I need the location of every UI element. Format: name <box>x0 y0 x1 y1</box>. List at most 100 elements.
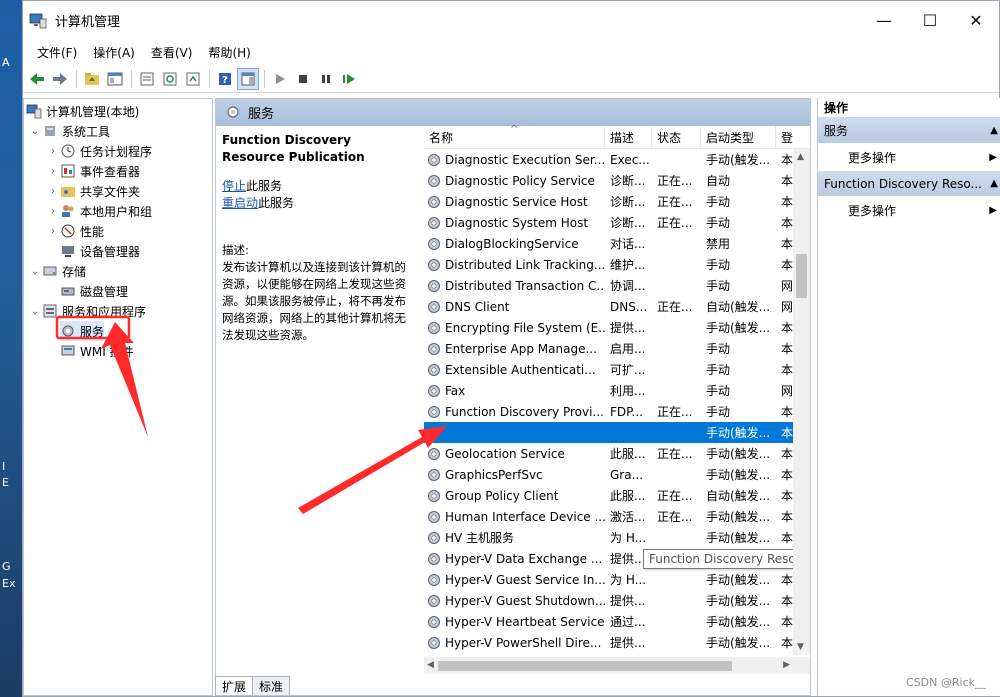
close-button[interactable]: ✕ <box>953 1 999 40</box>
action-pane-icon <box>241 72 255 85</box>
actions-section-selected-service[interactable]: Function Discovery Reso... ▲ <box>818 171 1000 196</box>
pause-service-button[interactable] <box>315 68 337 90</box>
gear-icon <box>428 153 440 166</box>
service-row[interactable]: Diagnostic System Host 诊断... 正在... 手动本 <box>424 212 810 233</box>
tree-item-task-scheduler[interactable]: › 任务计划程序 <box>46 141 152 161</box>
expand-chevron-icon[interactable]: › <box>46 186 60 197</box>
collapse-chevron-icon[interactable]: ⌄ <box>28 126 42 137</box>
service-row[interactable]: Human Interface Device ... 激活... 正在... 手动(触… <box>424 506 810 527</box>
service-row[interactable]: Hyper-V Guest Service In... 为 H... 手动(触发..… <box>424 569 810 590</box>
service-row[interactable]: Diagnostic Execution Ser... Exec... 手动(触发.… <box>424 149 810 170</box>
expand-chevron-icon[interactable]: › <box>46 226 60 237</box>
horizontal-scrollbar[interactable]: ◀ ▶ <box>424 657 810 674</box>
tree-item-disk-management[interactable]: 磁盘管理 <box>60 281 128 301</box>
scroll-right-icon[interactable]: ▶ <box>783 660 790 670</box>
tree-item-shared-folders[interactable]: › 共享文件夹 <box>46 181 140 201</box>
properties-button[interactable] <box>136 68 158 90</box>
up-folder-button[interactable] <box>81 68 103 90</box>
title-bar[interactable]: 计算机管理 — ☐ ✕ <box>23 1 999 40</box>
collapse-chevron-icon[interactable]: ⌄ <box>28 306 42 317</box>
service-startup-type: 手动(触发... <box>706 153 771 167</box>
more-actions-item[interactable]: 更多操作 ▶ <box>818 143 1000 171</box>
refresh-button[interactable] <box>159 68 181 90</box>
stop-service-button[interactable] <box>292 68 314 90</box>
service-description-cell: 维护... <box>610 258 646 272</box>
service-row[interactable]: Extensible Authenticati... 可扩... 手动本 <box>424 359 810 380</box>
service-name: Diagnostic Policy Service <box>424 173 605 189</box>
collapse-chevron-icon[interactable]: ⌄ <box>28 266 42 277</box>
collapse-caret-icon[interactable]: ▲ <box>990 125 998 136</box>
expand-chevron-icon[interactable]: › <box>46 146 60 157</box>
service-row[interactable]: Distributed Transaction C... 协调... 手动网 <box>424 275 810 296</box>
scroll-left-icon[interactable]: ◀ <box>427 660 434 670</box>
menu-file[interactable]: 文件(F) <box>29 42 85 63</box>
tree-item-system-tools[interactable]: ⌄ 系统工具 <box>28 121 110 141</box>
restart-service-button[interactable] <box>338 68 360 90</box>
tree-label: 设备管理器 <box>80 244 141 259</box>
service-row[interactable]: Enterprise App Manage... 启用... 手动本 <box>424 338 810 359</box>
service-name-text: Hyper-V PowerShell Dire... <box>445 635 602 650</box>
tree-item-local-users[interactable]: › 本地用户和组 <box>46 201 152 221</box>
service-name-text: Function Discovery Provi... <box>445 404 604 419</box>
actions-section-services[interactable]: 服务 ▲ <box>818 118 1000 143</box>
service-row[interactable]: Hyper-V PowerShell Dire... 提供... 手动(触发... 本 <box>424 632 810 653</box>
service-row[interactable]: DialogBlockingService 对话... 禁用本 <box>424 233 810 254</box>
collapse-caret-icon[interactable]: ▲ <box>990 178 998 189</box>
start-service-button[interactable] <box>269 68 291 90</box>
show-hide-tree-button[interactable] <box>104 68 126 90</box>
service-status: 正在... <box>657 489 693 503</box>
service-row[interactable]: Geolocation Service 此服... 正在... 手动(触发... 本 <box>424 443 810 464</box>
scroll-down-icon[interactable]: ▼ <box>797 642 804 652</box>
tree-item-device-manager[interactable]: 设备管理器 <box>60 241 140 261</box>
column-header-logon[interactable]: 登 <box>776 126 798 149</box>
service-row[interactable]: Hyper-V Guest Shutdown... 提供... 手动(触发... 本 <box>424 590 810 611</box>
service-row[interactable]: Hyper-V Heartbeat Service 通过... 手动(触发... 本 <box>424 611 810 632</box>
service-row[interactable]: Encrypting File System (E... 提供... 手动(触发..… <box>424 317 810 338</box>
minimize-button[interactable]: — <box>861 1 907 40</box>
column-header-status[interactable]: 状态 <box>652 126 701 149</box>
service-row[interactable]: Group Policy Client 此服... 正在... 自动(触发... 本 <box>424 485 810 506</box>
show-action-pane-button[interactable] <box>237 67 259 90</box>
forward-button[interactable] <box>49 68 71 90</box>
service-name-text: DialogBlockingService <box>445 236 579 251</box>
service-row[interactable]: HV 主机服务为 H... 手动(触发... 本 <box>424 527 810 548</box>
service-row[interactable]: DNS Client DNS... 正在... 自动(触发... 网 <box>424 296 810 317</box>
expand-chevron-icon[interactable]: › <box>46 166 60 177</box>
tree-item-wmi[interactable]: WMI 控件 <box>60 341 134 361</box>
column-header-description[interactable]: 描述 <box>605 126 652 149</box>
service-name: Fax <box>424 383 605 399</box>
stop-service-link[interactable]: 停止 <box>222 179 246 193</box>
scroll-up-icon[interactable]: ▲ <box>797 152 804 162</box>
tree-item-storage[interactable]: ⌄ 存储 <box>28 261 86 281</box>
service-row[interactable]: Function Discovery Provi... FDP... 正在... 手动… <box>424 401 810 422</box>
column-header-startup-type[interactable]: 启动类型 <box>701 126 776 149</box>
vertical-scroll-thumb[interactable] <box>796 254 807 298</box>
vertical-scrollbar[interactable]: ▲ ▼ <box>793 149 810 655</box>
tree-item-event-viewer[interactable]: › 事件查看器 <box>46 161 140 181</box>
maximize-button[interactable]: ☐ <box>907 1 953 40</box>
tab-standard[interactable]: 标准 <box>252 676 291 695</box>
back-button[interactable] <box>26 68 48 90</box>
service-row[interactable]: 手动(触发... 本 <box>424 422 810 443</box>
service-row[interactable]: Diagnostic Policy Service 诊断... 正在... 自动本 <box>424 170 810 191</box>
tree-item-root[interactable]: 计算机管理(本地) <box>26 101 139 121</box>
tree-item-services-apps[interactable]: ⌄ 服务和应用程序 <box>28 301 146 321</box>
expand-chevron-icon[interactable]: › <box>46 206 60 217</box>
tree-item-services[interactable]: 服务 <box>60 321 105 341</box>
menu-action[interactable]: 操作(A) <box>85 42 143 63</box>
tree-item-performance[interactable]: › 性能 <box>46 221 104 241</box>
tab-extended[interactable]: 扩展 <box>215 676 254 695</box>
restart-service-link[interactable]: 重启动 <box>222 196 258 210</box>
service-row[interactable]: GraphicsPerfSvc Gra... 手动(触发... 本 <box>424 464 810 485</box>
horizontal-scroll-thumb[interactable] <box>438 661 732 671</box>
column-header-name[interactable]: 名称 ^ <box>424 124 605 149</box>
more-actions-item[interactable]: 更多操作 ▶ <box>818 196 1000 224</box>
service-description-cell: 此服... <box>610 489 646 503</box>
help-button[interactable]: ? <box>214 68 236 90</box>
menu-help[interactable]: 帮助(H) <box>200 42 258 63</box>
service-row[interactable]: Fax 利用... 手动网 <box>424 380 810 401</box>
service-row[interactable]: Distributed Link Tracking... 维护... 手动本 <box>424 254 810 275</box>
menu-view[interactable]: 查看(V) <box>143 42 201 63</box>
service-row[interactable]: Diagnostic Service Host 诊断... 正在... 手动本 <box>424 191 810 212</box>
export-list-button[interactable] <box>182 68 204 90</box>
